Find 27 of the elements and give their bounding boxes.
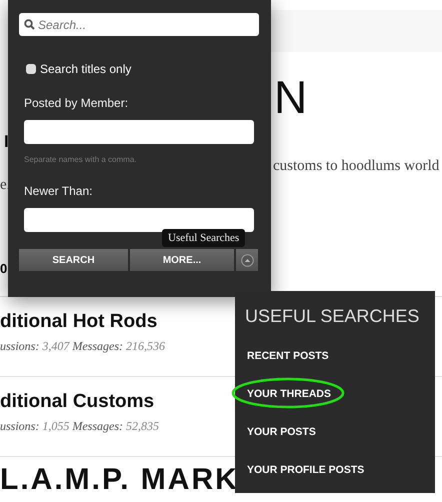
menu-title: USEFUL SEARCHES: [245, 305, 420, 327]
field-label: Newer Than:: [24, 184, 94, 198]
hint-text: Separate names with a comma.: [24, 155, 138, 164]
forum-stats-text: ussions: 1,055 Messages: 52,835: [0, 419, 159, 434]
description-text: customs to hoodlums world: [273, 158, 440, 176]
caret-up-icon: [240, 254, 254, 266]
forum-title-link[interactable]: ditional Customs: [0, 391, 154, 413]
field-label: Posted by Member:: [24, 96, 130, 110]
heading-fragment: I: [4, 132, 9, 151]
page-heading: N: [274, 74, 308, 125]
count-text: 0: [0, 261, 8, 276]
date-input-field[interactable]: [24, 208, 254, 232]
member-input-field[interactable]: [24, 120, 254, 144]
menu-item[interactable]: YOUR PROFILE POSTS: [247, 464, 364, 476]
menu-item[interactable]: YOUR POSTS: [247, 426, 316, 438]
checkbox-label: Search titles only: [40, 62, 132, 76]
search-button[interactable]: SEARCH: [19, 249, 128, 271]
forum-stats-text: ussions: 3,407 Messages: 216,536: [0, 339, 165, 354]
tooltip: Useful Searches: [162, 229, 246, 247]
more-button[interactable]: MORE...: [130, 249, 234, 271]
checkbox[interactable]: [26, 64, 36, 74]
search-icon: [24, 19, 35, 30]
useful-searches-button[interactable]: [236, 249, 258, 271]
search-field[interactable]: Search...: [19, 13, 259, 36]
section-heading: L.A.M.P. MARK: [0, 463, 239, 496]
menu-item[interactable]: RECENT POSTS: [247, 350, 329, 362]
forum-title-link[interactable]: ditional Hot Rods: [0, 311, 158, 333]
